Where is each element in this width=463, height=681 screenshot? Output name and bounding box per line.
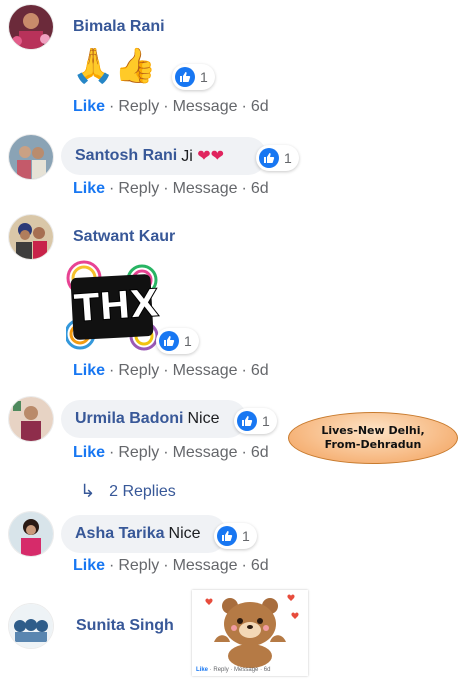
reaction-count: 1 <box>184 333 192 349</box>
message-link[interactable]: Message <box>173 180 238 197</box>
message-link[interactable]: Message <box>173 444 238 461</box>
reaction-count: 1 <box>284 150 292 166</box>
comment-actions: Like · Reply · Message · 6d <box>73 362 269 379</box>
reaction-count: 1 <box>200 69 208 85</box>
reaction-badge[interactable]: 1 <box>172 64 215 90</box>
callout-line-2: From-Dehradun <box>324 438 422 451</box>
avatar[interactable] <box>9 135 53 179</box>
timestamp[interactable]: 6d <box>264 667 271 673</box>
bear-sticker-card: Like · Reply · Message · 6d <box>192 590 308 676</box>
emoji-comment: 🙏👍 <box>72 47 157 85</box>
avatar[interactable] <box>9 604 53 648</box>
commenter-name[interactable]: Urmila Badoni <box>75 410 183 428</box>
commenter-name[interactable]: Sunita Singh <box>76 617 174 635</box>
thumbs-up-icon <box>217 526 237 546</box>
thumbs-up-icon <box>159 331 179 351</box>
reply-link[interactable]: Reply <box>118 362 159 379</box>
reply-link[interactable]: Reply <box>118 180 159 197</box>
commenter-name[interactable]: Santosh Rani <box>75 147 177 165</box>
avatar[interactable] <box>9 397 53 441</box>
like-link[interactable]: Like <box>73 98 105 115</box>
timestamp[interactable]: 6d <box>251 557 269 574</box>
reaction-badge[interactable]: 1 <box>256 145 299 171</box>
callout-line-1: Lives-New Delhi, <box>321 424 425 437</box>
comment-actions: Like · Reply · Message · 6d <box>73 180 269 197</box>
timestamp[interactable]: 6d <box>251 444 269 461</box>
reply-link[interactable]: Reply <box>118 557 159 574</box>
reply-link[interactable]: Reply <box>213 667 228 673</box>
like-link[interactable]: Like <box>73 362 105 379</box>
avatar[interactable] <box>9 5 53 49</box>
comment-bubble: Urmila Badoni Nice <box>61 400 247 438</box>
reaction-count: 1 <box>242 528 250 544</box>
message-link[interactable]: Message <box>173 362 238 379</box>
reply-link[interactable]: Reply <box>118 98 159 115</box>
comment-bubble: Asha Tarika Nice <box>61 515 227 553</box>
reaction-count: 1 <box>262 413 270 429</box>
thumbs-up-icon <box>259 148 279 168</box>
thumbs-up-icon <box>175 67 195 87</box>
comment-actions: Like · Reply · Message · 6d <box>73 557 269 574</box>
commenter-name[interactable]: Asha Tarika <box>75 525 165 543</box>
like-link[interactable]: Like <box>196 667 208 673</box>
mini-comment-actions: Like · Reply · Message · 6d <box>196 667 271 673</box>
timestamp[interactable]: 6d <box>251 180 269 197</box>
view-replies-link[interactable]: ↳ 2 Replies <box>80 481 176 502</box>
comment-actions: Like · Reply · Message · 6d <box>73 98 269 115</box>
commenter-name[interactable]: Satwant Kaur <box>73 228 175 246</box>
commenter-name[interactable]: Bimala Rani <box>73 18 165 36</box>
sticker-text: THX <box>72 280 160 331</box>
like-link[interactable]: Like <box>73 180 105 197</box>
reaction-badge[interactable]: 1 <box>156 328 199 354</box>
thx-sticker: THX <box>64 258 160 353</box>
comment-text: Nice <box>187 410 220 427</box>
avatar[interactable] <box>9 215 53 259</box>
comment-text: Ji ❤❤ <box>181 148 225 165</box>
timestamp[interactable]: 6d <box>251 98 269 115</box>
like-link[interactable]: Like <box>73 557 105 574</box>
timestamp[interactable]: 6d <box>251 362 269 379</box>
reaction-badge[interactable]: 1 <box>214 523 257 549</box>
comment-actions: Like · Reply · Message · 6d <box>73 444 269 461</box>
comment-bubble: Santosh Rani Ji ❤❤ <box>61 137 267 175</box>
message-link[interactable]: Message <box>173 98 238 115</box>
reply-link[interactable]: Reply <box>118 444 159 461</box>
comment-text: Nice <box>168 525 201 542</box>
like-link[interactable]: Like <box>73 444 105 461</box>
replies-label: 2 Replies <box>109 482 176 500</box>
reaction-badge[interactable]: 1 <box>234 408 277 434</box>
thumbs-up-icon <box>237 411 257 431</box>
message-link[interactable]: Message <box>173 557 238 574</box>
avatar[interactable] <box>9 512 53 556</box>
message-link[interactable]: Message <box>234 667 258 673</box>
bear-sticker <box>205 594 299 668</box>
location-callout: Lives-New Delhi, From-Dehradun <box>288 412 458 464</box>
reply-arrow-icon: ↳ <box>80 481 96 501</box>
